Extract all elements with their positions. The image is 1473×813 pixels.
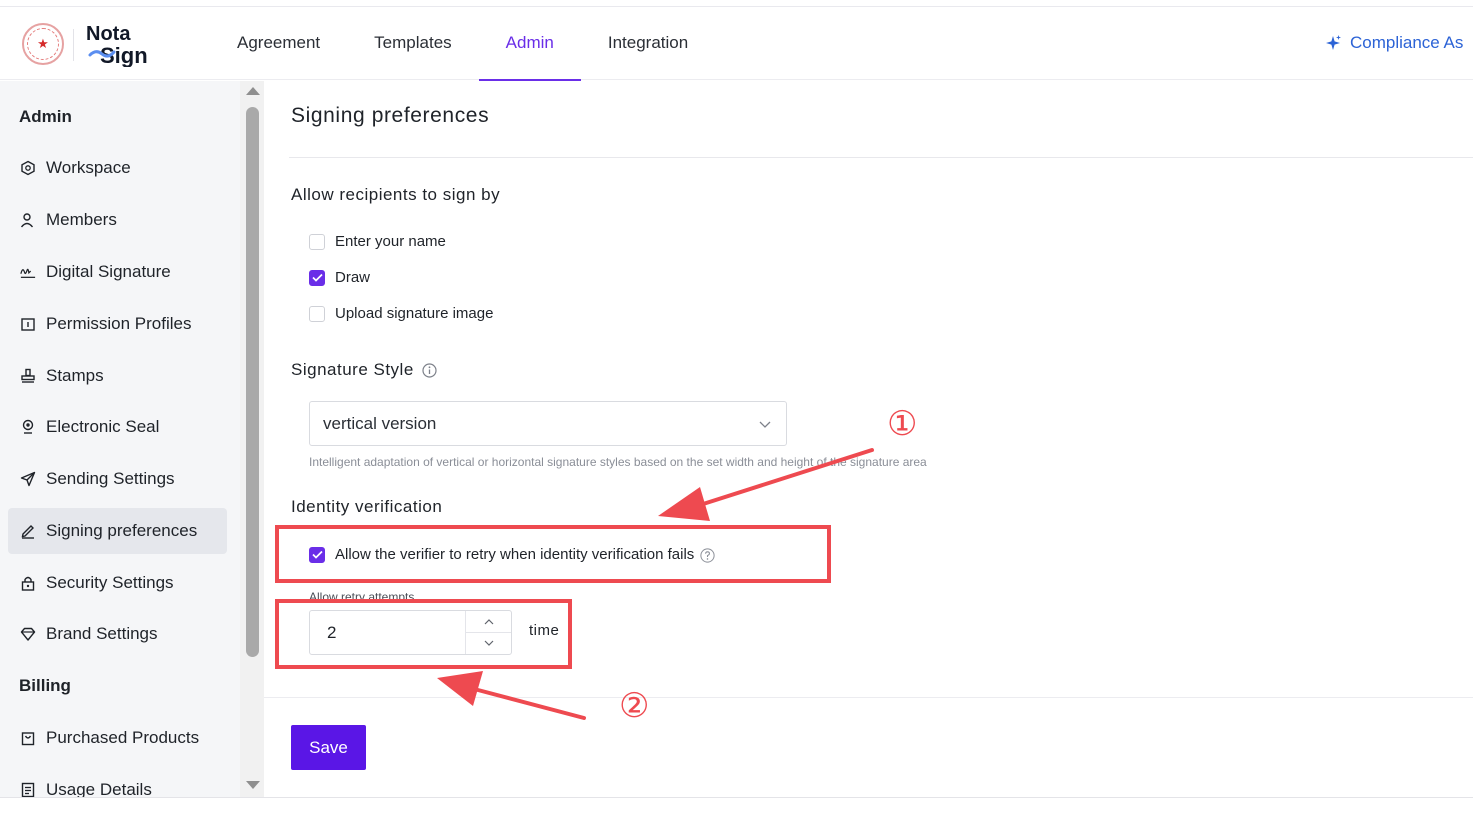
compliance-label: Compliance As (1350, 33, 1464, 52)
scroll-down-arrow-icon[interactable] (246, 781, 260, 789)
organization-seal-logo: ★ (22, 23, 64, 65)
scroll-up-arrow-icon[interactable] (246, 87, 260, 95)
nav-integration[interactable]: Integration (581, 7, 715, 81)
highlight-box-retry-attempts (275, 599, 572, 669)
signature-style-select[interactable]: vertical version (309, 401, 787, 446)
diamond-icon (20, 626, 36, 642)
sidebar-item-label: Purchased Products (46, 728, 200, 747)
logo-divider (73, 29, 74, 61)
id-card-icon (20, 316, 36, 332)
sidebar-item-label: Electronic Seal (46, 417, 160, 436)
sidebar-item-electronic-seal[interactable]: Electronic Seal (8, 404, 227, 450)
stamp-icon (20, 368, 36, 384)
signature-style-title: Signature Style (291, 360, 414, 379)
identity-section-title: Identity verification (291, 497, 443, 516)
page-title: Signing preferences (291, 104, 490, 127)
checkbox-unchecked[interactable] (309, 305, 325, 322)
sidebar-item-label: Digital Signature (46, 262, 171, 281)
sidebar-item-security-settings[interactable]: Security Settings (8, 560, 227, 606)
main-nav: Agreement Templates Admin Integration (210, 7, 715, 81)
signature-style-section: Signature Style (291, 360, 437, 380)
send-icon (20, 471, 36, 487)
sidebar-item-label: Signing preferences (46, 521, 198, 540)
bag-icon (20, 730, 36, 746)
notasign-logo[interactable]: Nota Sign (86, 21, 166, 67)
option-label: Enter your name (335, 233, 446, 250)
top-header: ★ Nota Sign Agreement Templates Admin In… (0, 6, 1473, 81)
checkbox-unchecked[interactable] (309, 233, 325, 250)
sidebar-item-usage-details[interactable]: Usage Details (8, 767, 227, 798)
info-icon[interactable] (422, 362, 437, 378)
bottom-divider (0, 797, 1473, 798)
annotation-marker-2: ② (619, 686, 650, 726)
sidebar-item-label: Permission Profiles (46, 314, 192, 333)
document-icon (20, 782, 36, 798)
chevron-down-icon (759, 421, 771, 428)
sidebar-item-permission-profiles[interactable]: Permission Profiles (8, 301, 227, 347)
sidebar-item-label: Security Settings (46, 573, 174, 592)
annotation-arrow-2 (437, 671, 586, 720)
nav-admin[interactable]: Admin (478, 7, 581, 81)
footer-divider (264, 697, 1473, 698)
sidebar-item-label: Brand Settings (46, 624, 158, 643)
lock-icon (20, 575, 36, 591)
sidebar-item-digital-signature[interactable]: Digital Signature (8, 249, 227, 295)
option-enter-your-name[interactable]: Enter your name (309, 233, 446, 250)
signature-icon (20, 264, 36, 280)
save-button[interactable]: Save (291, 725, 366, 770)
checkmark-icon (311, 273, 323, 282)
admin-sidebar: Admin Workspace Members Digital Signatur… (0, 81, 240, 798)
scrollbar-thumb[interactable] (246, 107, 259, 657)
option-draw[interactable]: Draw (309, 269, 370, 286)
sparkle-icon (1326, 35, 1341, 50)
option-label: Upload signature image (335, 305, 494, 322)
annotation-marker-1: ① (887, 404, 918, 444)
sidebar-item-label: Sending Settings (46, 469, 175, 488)
sidebar-section-admin: Admin (19, 107, 72, 126)
user-icon (20, 212, 36, 228)
seal-pin-icon (20, 419, 36, 435)
nav-templates[interactable]: Templates (347, 7, 478, 81)
option-label: Draw (335, 269, 371, 286)
checkbox-checked[interactable] (309, 269, 325, 286)
sidebar-item-workspace[interactable]: Workspace (8, 145, 227, 191)
seal-star-icon: ★ (27, 28, 59, 60)
sidebar-item-label: Usage Details (46, 780, 152, 798)
hexagon-icon (20, 160, 36, 176)
sidebar-item-sending-settings[interactable]: Sending Settings (8, 456, 227, 502)
option-upload-signature-image[interactable]: Upload signature image (309, 305, 493, 322)
select-value: vertical version (323, 413, 437, 433)
sidebar-item-members[interactable]: Members (8, 197, 227, 243)
sidebar-item-signing-preferences[interactable]: Signing preferences (8, 508, 227, 554)
sidebar-item-label: Members (46, 210, 117, 229)
nav-agreement[interactable]: Agreement (210, 7, 347, 81)
pen-icon (20, 523, 36, 539)
compliance-assistant-link[interactable]: Compliance As (1324, 33, 1463, 53)
sidebar-item-stamps[interactable]: Stamps (8, 353, 227, 399)
sidebar-item-brand-settings[interactable]: Brand Settings (8, 611, 227, 657)
title-divider (289, 157, 1473, 158)
signature-style-hint: Intelligent adaptation of vertical or ho… (309, 455, 927, 469)
sidebar-item-label: Workspace (46, 158, 131, 177)
sign-by-section-title: Allow recipients to sign by (291, 185, 501, 204)
sidebar-item-label: Stamps (46, 366, 104, 385)
highlight-box-retry-option (275, 525, 831, 583)
sidebar-section-billing: Billing (19, 676, 71, 695)
logo-line-1: Nota (86, 23, 131, 45)
sidebar-item-purchased-products[interactable]: Purchased Products (8, 715, 227, 761)
